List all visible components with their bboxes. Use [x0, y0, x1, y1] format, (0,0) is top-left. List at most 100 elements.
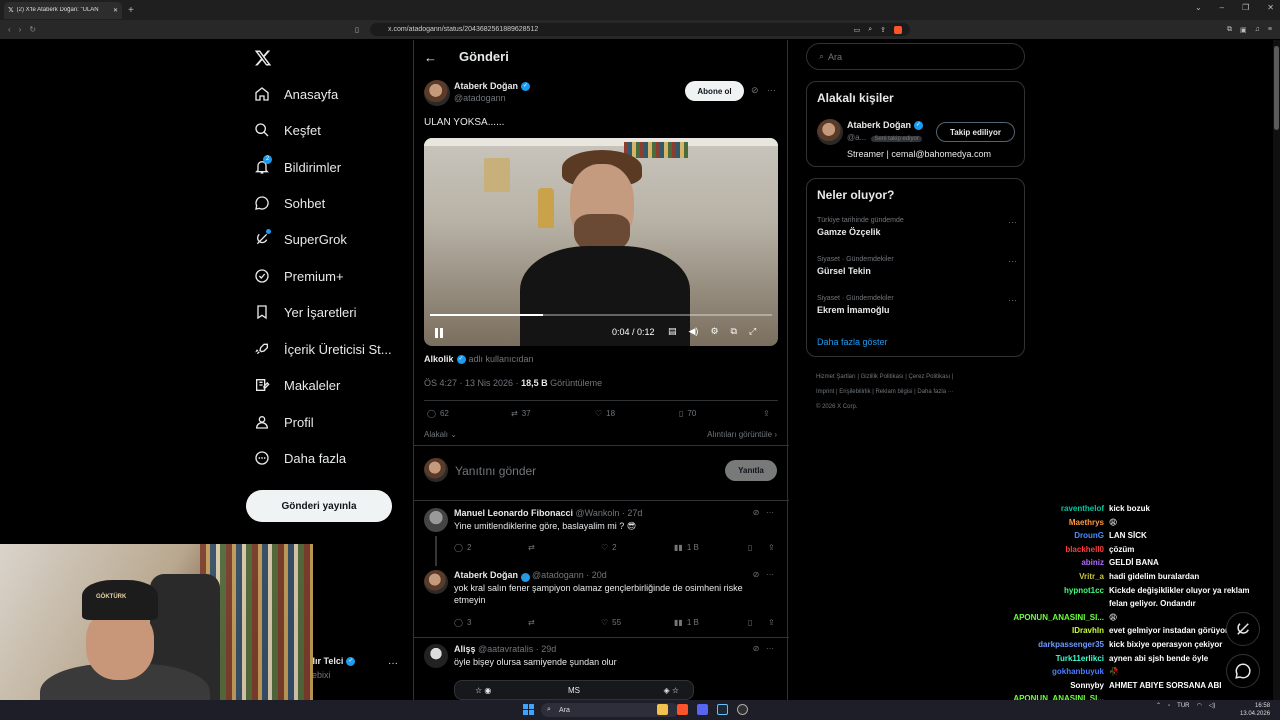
tweet-time[interactable]: ÖS 4:27 · 13 Nis 2026 ·: [424, 378, 519, 388]
reply-author[interactable]: Ataberk Doğan: [454, 570, 518, 580]
share-icon[interactable]: ⇪: [880, 26, 886, 34]
tab-search-icon[interactable]: ⌄: [1195, 3, 1202, 12]
grok-float-button[interactable]: [1226, 612, 1260, 646]
back-arrow-icon[interactable]: ←: [424, 50, 437, 65]
tray-chevron-icon[interactable]: ⌃: [1156, 702, 1161, 709]
chat-username[interactable]: Vritr_a: [1079, 572, 1104, 581]
avatar[interactable]: [424, 644, 448, 668]
reply-button[interactable]: Yanıtla: [725, 460, 777, 481]
reply-action[interactable]: ◯ 62: [427, 409, 449, 418]
grok-explain-icon[interactable]: ⊘: [753, 570, 760, 579]
nav-item-explore[interactable]: Keşfet: [254, 122, 321, 138]
tray-app-icon[interactable]: ▫: [1168, 703, 1170, 709]
tray-lang[interactable]: TUR: [1177, 703, 1189, 709]
share-action[interactable]: ⇪: [768, 618, 775, 627]
more-dots-icon[interactable]: ···: [766, 508, 774, 517]
more-dots-icon[interactable]: ···: [767, 85, 776, 95]
new-tab-icon[interactable]: +: [128, 5, 134, 16]
reply-action[interactable]: ◯ 3: [454, 618, 471, 627]
more-dots-icon[interactable]: ···: [1008, 295, 1017, 305]
wallet-icon[interactable]: ▣: [1240, 26, 1247, 34]
back-nav-icon[interactable]: ‹: [8, 25, 11, 34]
reply-input[interactable]: Yanıtını gönder: [455, 464, 536, 478]
reply-author[interactable]: Alişş: [454, 644, 476, 654]
tab-close-icon[interactable]: ✕: [113, 7, 118, 14]
volume-icon[interactable]: ◁): [1209, 702, 1216, 709]
bookmark-action[interactable]: ▯ 70: [679, 409, 696, 418]
chat-username[interactable]: blackhell0: [1065, 545, 1104, 554]
captions-icon[interactable]: ▤: [668, 326, 677, 337]
media-icon[interactable]: ♫: [1255, 26, 1260, 34]
discord-icon[interactable]: [697, 704, 708, 715]
video-progress-bar[interactable]: [430, 314, 772, 316]
like-action[interactable]: ♡ 18: [595, 409, 615, 418]
post-button[interactable]: Gönderi yayınla: [246, 490, 392, 522]
scrollbar[interactable]: [1273, 40, 1280, 700]
share-action[interactable]: ⇪: [763, 409, 770, 418]
chat-username[interactable]: Sonnyby: [1070, 681, 1104, 690]
clock[interactable]: 16:58 13.04.2026: [1240, 702, 1270, 718]
trend-item[interactable]: Siyaset · Gündemdekiler Ekrem İmamoğlu ·…: [817, 295, 1017, 315]
brave-shield-icon[interactable]: [894, 25, 902, 34]
like-action[interactable]: ♡ 55: [601, 618, 621, 627]
nav-item-profile[interactable]: Profil: [254, 414, 314, 430]
chat-username[interactable]: IDravhln: [1072, 626, 1104, 635]
minimize-icon[interactable]: –: [1220, 3, 1224, 12]
more-dots-icon[interactable]: ···: [388, 658, 398, 669]
account-switcher[interactable]: ılır Telci ✓: [310, 656, 356, 666]
wifi-icon[interactable]: ◠: [1197, 702, 1202, 709]
footer-line[interactable]: Hizmet Şartları | Gizlilik Politikası | …: [816, 370, 1026, 385]
file-explorer-icon[interactable]: [657, 704, 668, 715]
more-dots-icon[interactable]: ···: [766, 644, 774, 653]
more-dots-icon[interactable]: ···: [766, 570, 774, 579]
chat-username[interactable]: abiniz: [1081, 558, 1104, 567]
subscribe-button[interactable]: Abone ol: [685, 81, 744, 101]
more-dots-icon[interactable]: ···: [1008, 217, 1017, 227]
chat-username[interactable]: raventhelof: [1061, 504, 1104, 513]
search-input[interactable]: ⌕ Ara: [806, 43, 1025, 70]
related-person[interactable]: Ataberk Doğan ✓: [847, 120, 924, 130]
repost-action[interactable]: ⇄ 37: [511, 409, 531, 418]
fullscreen-icon[interactable]: ⤢: [749, 326, 756, 337]
views-action[interactable]: ▮▮ 1 B: [674, 618, 699, 627]
forward-nav-icon[interactable]: ›: [19, 25, 22, 34]
x-logo-icon[interactable]: [254, 49, 272, 67]
nav-item-home[interactable]: Anasayfa: [254, 86, 338, 102]
nav-item-creator-studio[interactable]: İçerik Üreticisi St...: [254, 341, 392, 357]
views-action[interactable]: ▮▮ 1 B: [674, 543, 699, 552]
pause-icon[interactable]: [434, 328, 444, 338]
following-button[interactable]: Takip ediliyor: [936, 122, 1015, 142]
grok-explain-icon[interactable]: ⊘: [751, 85, 759, 96]
avatar[interactable]: [424, 80, 450, 106]
repost-action[interactable]: ⇄: [528, 618, 535, 627]
reply-author[interactable]: Manuel Leonardo Fibonacci: [454, 508, 573, 518]
avatar[interactable]: [424, 508, 448, 532]
grok-explain-icon[interactable]: ⊘: [753, 508, 760, 517]
chat-username[interactable]: DrounG: [1074, 531, 1104, 540]
volume-icon[interactable]: ◀): [689, 326, 699, 337]
bookmark-action[interactable]: ▯: [748, 543, 752, 552]
reply-action[interactable]: ◯ 2: [454, 543, 471, 552]
repost-action[interactable]: ⇄: [528, 543, 535, 552]
steam-icon[interactable]: [717, 704, 728, 715]
nav-item-notifications[interactable]: 2 Bildirimler: [254, 155, 341, 175]
share-action[interactable]: ⇪: [768, 543, 775, 552]
nav-item-supergrok[interactable]: SuperGrok: [254, 229, 347, 247]
brave-browser-icon[interactable]: [677, 704, 688, 715]
maximize-icon[interactable]: ❐: [1242, 3, 1249, 12]
more-dots-icon[interactable]: ···: [1008, 256, 1017, 266]
close-window-icon[interactable]: ✕: [1267, 3, 1274, 12]
url-field[interactable]: x.com/atadogann/status/20436825618896285…: [370, 23, 910, 36]
related-dropdown[interactable]: Alakalı ⌄: [424, 430, 457, 439]
grok-explain-icon[interactable]: ⊘: [753, 644, 760, 653]
menu-icon[interactable]: ≡: [1268, 26, 1272, 34]
chat-username[interactable]: Maethrys: [1069, 518, 1104, 527]
match-card[interactable]: ☆ ◉ MS ◈ ☆: [454, 680, 694, 700]
chat-username[interactable]: APONUN_ANASINI_SI...: [1013, 613, 1104, 622]
reload-icon[interactable]: ↻: [29, 25, 36, 34]
trend-item[interactable]: Türkiye tarihinde gündemde Gamze Özçelik…: [817, 217, 1017, 237]
avatar[interactable]: [817, 119, 843, 145]
chat-username[interactable]: darkpassenger35: [1038, 640, 1104, 649]
nav-item-bookmarks[interactable]: Yer İşaretleri: [254, 304, 357, 320]
video-player[interactable]: 0:04 / 0:12 ▤ ◀) ⚙ ⧉ ⤢: [424, 138, 778, 346]
